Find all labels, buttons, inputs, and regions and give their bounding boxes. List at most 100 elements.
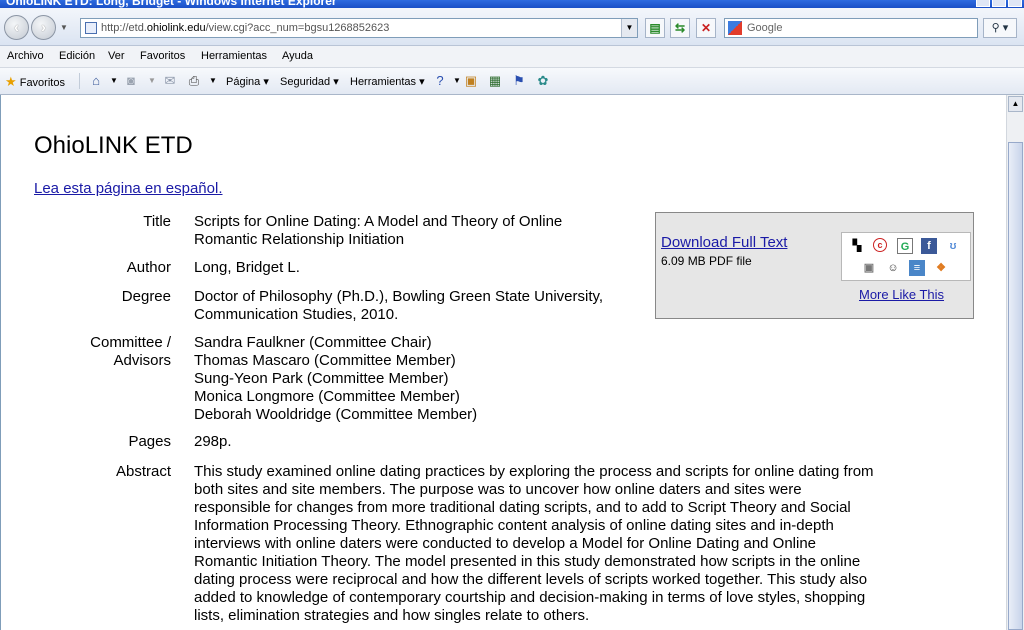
address-toolbar: ‹ › ▼ http://etd.ohiolink.edu/view.cgi?a… — [0, 8, 1024, 46]
feeds-dropdown-icon[interactable]: ▼ — [144, 73, 160, 89]
forward-button[interactable]: › — [31, 15, 56, 40]
print-icon[interactable]: ⎙ — [186, 73, 202, 89]
abstract-line: This study examined online dating practi… — [194, 463, 874, 480]
abstract-text: This study examined online dating practi… — [194, 463, 904, 625]
pages-value: 298p. — [194, 433, 232, 450]
degree-label: Degree — [121, 288, 171, 305]
minimize-button[interactable] — [976, 0, 990, 7]
delicious-icon[interactable]: ▚ — [849, 238, 865, 254]
technorati-icon[interactable]: ≡ — [909, 260, 925, 276]
tools-menu[interactable]: Herramientas ▾ — [350, 75, 425, 88]
committee-list: Sandra Faulkner (Committee Chair) Thomas… — [194, 334, 477, 424]
degree-line: Communication Studies, 2010. — [194, 306, 399, 323]
abstract-line: Romantic Initiation Theory. The model pr… — [194, 553, 861, 570]
degree-line: Doctor of Philosophy (Ph.D.), Bowling Gr… — [194, 288, 604, 305]
page-icon — [85, 22, 97, 34]
committee-member: Monica Longmore (Committee Member) — [194, 388, 460, 405]
help-icon[interactable]: ? — [432, 73, 448, 89]
print-dropdown-icon[interactable]: ▼ — [205, 73, 221, 89]
title-value: Scripts for Online Dating: A Model and T… — [194, 213, 562, 249]
menu-herramientas[interactable]: Herramientas — [201, 50, 267, 62]
abstract-line: both sites and site members. The purpose… — [194, 481, 802, 498]
abstract-line: added to knowledge of contemporary court… — [194, 589, 866, 606]
menu-ver[interactable]: Ver — [108, 50, 125, 62]
address-dropdown-icon[interactable]: ▼ — [621, 19, 637, 37]
facebook-icon[interactable]: f — [921, 238, 937, 254]
committee-label-line: Committee / — [90, 334, 171, 351]
download-full-text-link[interactable]: Download Full Text — [661, 234, 787, 251]
committee-label-line: Advisors — [113, 352, 171, 369]
favorites-button[interactable]: ★ Favoritos — [5, 74, 65, 90]
committee-member: Sung-Yeon Park (Committee Member) — [194, 370, 449, 387]
url-path: /view.cgi?acc_num=bgsu1268852623 — [205, 22, 390, 34]
search-placeholder: Google — [747, 22, 783, 34]
author-label: Author — [126, 259, 171, 276]
abstract-line: responsible for changes from more tradit… — [194, 499, 851, 516]
history-dropdown-icon[interactable]: ▼ — [60, 23, 68, 32]
file-size-label: 6.09 MB PDF file — [661, 254, 752, 268]
reddit-icon[interactable]: ☺ — [885, 260, 901, 276]
scrollbar-thumb[interactable] — [1008, 142, 1023, 630]
tools-menu-label: Herramientas — [350, 76, 417, 88]
home-icon[interactable]: ⌂ — [88, 73, 104, 89]
menu-edicion[interactable]: Edición — [59, 50, 95, 62]
window-controls — [976, 0, 1022, 7]
abstract-line: dating process were reciprocal and how t… — [194, 571, 868, 588]
close-window-button[interactable] — [1008, 0, 1022, 7]
maximize-button[interactable] — [992, 0, 1006, 7]
favorites-label: Favoritos — [19, 77, 65, 89]
download-box: Download Full Text 6.09 MB PDF file ▚ c … — [655, 212, 974, 319]
committee-member: Thomas Mascaro (Committee Member) — [194, 352, 456, 369]
committee-member: Sandra Faulkner (Committee Chair) — [194, 334, 432, 351]
refresh-icon[interactable]: ⇆ — [670, 18, 690, 38]
menu-favoritos[interactable]: Favoritos — [140, 50, 185, 62]
vertical-scrollbar[interactable]: ▲ — [1006, 95, 1024, 630]
address-input[interactable]: http://etd.ohiolink.edu/view.cgi?acc_num… — [80, 18, 638, 38]
command-bar: ★ Favoritos ⌂ ▼ ◙ ▼ ✉ ⎙ ▼ Página ▾ Segur… — [0, 68, 1024, 95]
page-menu[interactable]: Página ▾ — [226, 75, 269, 88]
star-icon: ★ — [5, 74, 17, 89]
back-button[interactable]: ‹ — [4, 15, 29, 40]
page-menu-label: Página — [226, 76, 261, 88]
digg-icon[interactable]: ▣ — [861, 260, 877, 276]
mail-icon[interactable]: ✉ — [162, 73, 178, 89]
stumbleupon-icon[interactable]: ʊ — [945, 238, 961, 254]
home-dropdown-icon[interactable]: ▼ — [106, 73, 122, 89]
windows-live-icon[interactable]: ❖ — [933, 260, 949, 276]
url-domain: ohiolink.edu — [146, 22, 206, 34]
search-button[interactable]: ⚲ ▾ — [983, 18, 1017, 38]
window-title-bar: OhioLINK ETD: Long, Bridget - Windows In… — [0, 0, 1024, 8]
scroll-up-button[interactable]: ▲ — [1008, 96, 1023, 112]
messenger-icon[interactable]: ⚑ — [511, 73, 527, 89]
site-title: OhioLINK ETD — [34, 132, 193, 159]
addon-icon[interactable]: ✿ — [535, 73, 551, 89]
research-icon[interactable]: ▣ — [463, 73, 479, 89]
google-bookmark-icon[interactable]: G — [897, 238, 913, 254]
abstract-line: Information Processing Theory. Ethnograp… — [194, 517, 834, 534]
security-menu-label: Seguridad — [280, 76, 331, 88]
security-menu[interactable]: Seguridad ▾ — [280, 75, 339, 88]
feeds-icon[interactable]: ◙ — [123, 73, 139, 89]
menu-ayuda[interactable]: Ayuda — [282, 50, 313, 62]
compatibility-icon[interactable]: ▤ — [645, 18, 665, 38]
menu-archivo[interactable]: Archivo — [7, 50, 44, 62]
menu-bar: Archivo Edición Ver Favoritos Herramient… — [0, 46, 1024, 68]
title-label: Title — [143, 213, 171, 230]
stop-icon[interactable]: ✕ — [696, 18, 716, 38]
separator — [79, 73, 80, 89]
pages-label: Pages — [128, 433, 171, 450]
citeulike-icon[interactable]: c — [873, 238, 887, 252]
search-input[interactable]: Google — [724, 18, 978, 38]
abstract-line: interviews with online daters were condu… — [194, 535, 817, 552]
blog-icon[interactable]: ▦ — [487, 73, 503, 89]
google-icon — [728, 21, 742, 35]
degree-value: Doctor of Philosophy (Ph.D.), Bowling Gr… — [194, 288, 603, 324]
spanish-page-link[interactable]: Lea esta página en español. — [34, 180, 223, 197]
url-prefix: http://etd. — [101, 22, 147, 34]
author-value: Long, Bridget L. — [194, 259, 300, 276]
abstract-line: lists, elimination strategies and how si… — [194, 607, 590, 624]
committee-label: Committee / Advisors — [1, 334, 171, 370]
more-like-this-link[interactable]: More Like This — [859, 287, 944, 302]
title-line: Scripts for Online Dating: A Model and T… — [194, 213, 563, 230]
title-line: Romantic Relationship Initiation — [194, 231, 405, 248]
